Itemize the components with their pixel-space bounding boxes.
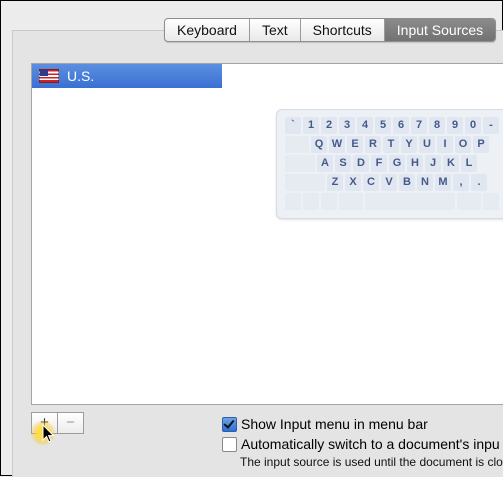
remove-input-source-button[interactable]: −: [57, 413, 83, 433]
key: 5: [375, 117, 391, 134]
tab-bar: Keyboard Text Shortcuts Input Sources: [164, 18, 497, 42]
key: G: [389, 155, 405, 172]
us-flag-icon: [39, 69, 59, 83]
key: 7: [411, 117, 427, 134]
keyboard-row-space: [285, 193, 503, 210]
input-sources-list[interactable]: U.S.: [31, 63, 223, 405]
key: 1: [303, 117, 319, 134]
key: 6: [393, 117, 409, 134]
key-option-right: [483, 193, 499, 210]
keyboard-row-qwerty: Q W E R T Y U I O P: [285, 136, 503, 153]
auto-switch-checkbox[interactable]: [222, 436, 237, 452]
key: Z: [327, 174, 343, 191]
key: H: [407, 155, 423, 172]
show-input-menu-option[interactable]: Show Input menu in menu bar: [222, 416, 428, 432]
key-command: [339, 193, 363, 210]
key: 9: [447, 117, 463, 134]
key: K: [443, 155, 459, 172]
key: 4: [357, 117, 373, 134]
key: -: [483, 117, 499, 134]
auto-switch-option[interactable]: Automatically switch to a document's inp…: [222, 436, 500, 452]
key: 0: [465, 117, 481, 134]
tab-text[interactable]: Text: [250, 19, 301, 41]
list-item-us[interactable]: U.S.: [32, 64, 222, 88]
tab-keyboard[interactable]: Keyboard: [165, 19, 250, 41]
key-shift: [285, 174, 325, 191]
key: U: [419, 136, 435, 153]
auto-switch-description: The input source is used until the docum…: [240, 455, 503, 469]
key: C: [363, 174, 379, 191]
key: L: [461, 155, 477, 172]
key: Q: [311, 136, 327, 153]
key: D: [353, 155, 369, 172]
mouse-pointer-icon: [42, 424, 55, 443]
key-option: [321, 193, 337, 210]
key: .: [471, 174, 487, 191]
key: F: [371, 155, 387, 172]
key: W: [329, 136, 345, 153]
list-item-label: U.S.: [67, 68, 95, 84]
key: 3: [339, 117, 355, 134]
key: ,: [453, 174, 469, 191]
key: J: [425, 155, 441, 172]
key: P: [473, 136, 489, 153]
key-command-right: [457, 193, 481, 210]
key-fn: [285, 193, 301, 210]
key: V: [381, 174, 397, 191]
keyboard-preview-pane: ` 1 2 3 4 5 6 7 8 9 0 - Q W E R T Y U I …: [222, 63, 503, 405]
tab-shortcuts[interactable]: Shortcuts: [301, 19, 385, 41]
tab-input-sources[interactable]: Input Sources: [384, 19, 496, 41]
show-input-menu-label: Show Input menu in menu bar: [241, 416, 428, 432]
key: T: [383, 136, 399, 153]
key: R: [365, 136, 381, 153]
key: N: [417, 174, 433, 191]
key: O: [455, 136, 471, 153]
key: 2: [321, 117, 337, 134]
keyboard-row-numbers: ` 1 2 3 4 5 6 7 8 9 0 -: [285, 117, 503, 134]
key-space: [365, 193, 455, 210]
key-tab: [285, 136, 309, 153]
show-input-menu-checkbox[interactable]: [222, 416, 237, 432]
key: E: [347, 136, 363, 153]
key: S: [335, 155, 351, 172]
auto-switch-label: Automatically switch to a document's inp…: [241, 436, 500, 452]
key: A: [317, 155, 333, 172]
key: M: [435, 174, 451, 191]
key: `: [285, 117, 301, 134]
key: X: [345, 174, 361, 191]
keyboard-row-asdf: A S D F G H J K L: [285, 155, 503, 172]
key-caps: [285, 155, 315, 172]
keyboard-layout-preview: ` 1 2 3 4 5 6 7 8 9 0 - Q W E R T Y U I …: [276, 109, 503, 219]
key: 8: [429, 117, 445, 134]
key-control: [303, 193, 319, 210]
key: Y: [401, 136, 417, 153]
key: I: [437, 136, 453, 153]
key: B: [399, 174, 415, 191]
keyboard-row-zxcv: Z X C V B N M , .: [285, 174, 503, 191]
